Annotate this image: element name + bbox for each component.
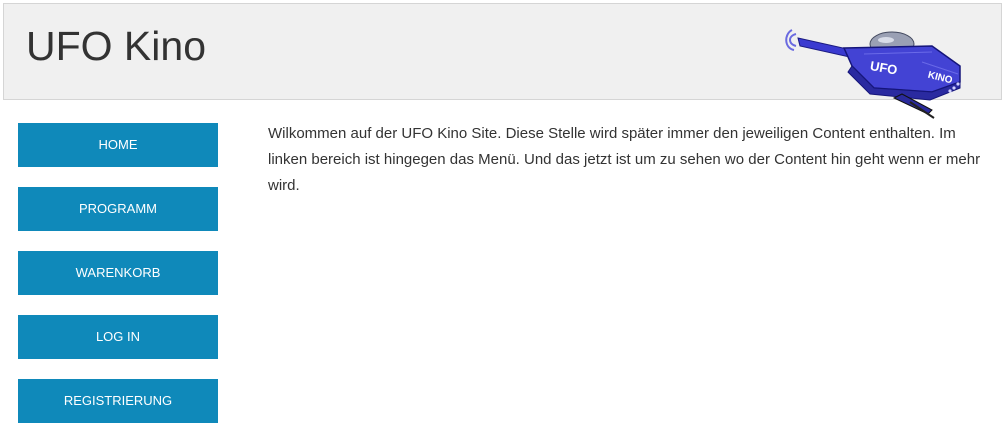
nav-programm-button[interactable]: PROGRAMM — [18, 187, 218, 231]
nav-warenkorb-button[interactable]: WARENKORB — [18, 251, 218, 295]
ufo-logo-icon: UFO KINO — [785, 29, 961, 119]
nav-home-button[interactable]: HOME — [18, 123, 218, 167]
nav-login-button[interactable]: LOG IN — [18, 315, 218, 359]
main-content: Wilkommen auf der UFO Kino Site. Diese S… — [268, 121, 993, 199]
nav-registrierung-button[interactable]: REGISTRIERUNG — [18, 379, 218, 423]
welcome-paragraph: Wilkommen auf der UFO Kino Site. Diese S… — [268, 125, 981, 194]
main-nav: HOME PROGRAMM WARENKORB LOG IN REGISTRIE… — [18, 123, 218, 443]
site-title: UFO Kino — [26, 23, 206, 69]
